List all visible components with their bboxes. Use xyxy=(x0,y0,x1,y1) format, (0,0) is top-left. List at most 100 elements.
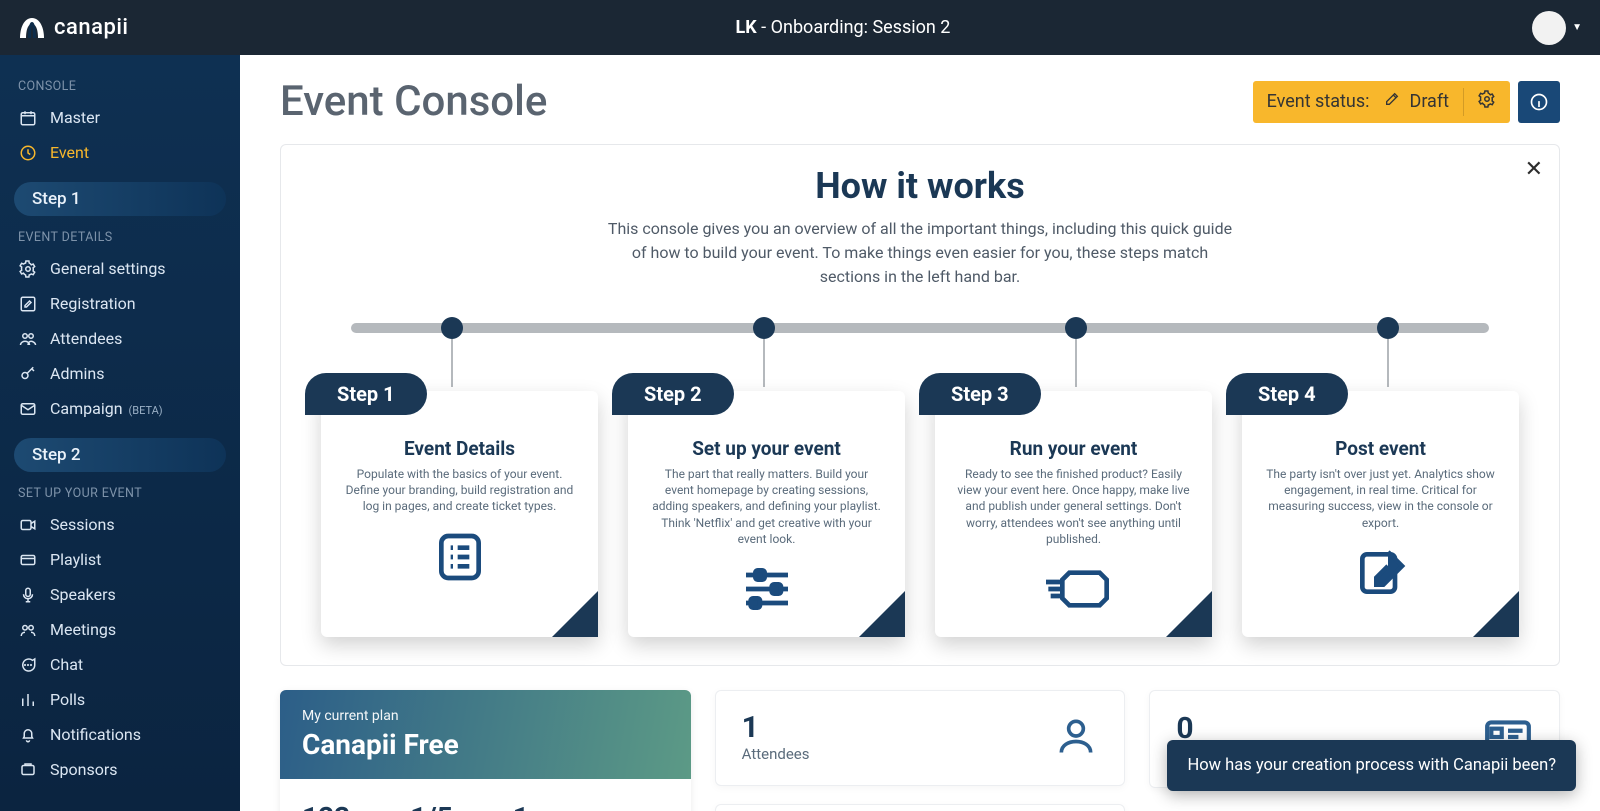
sidebar-item-label: Attendees xyxy=(50,329,122,348)
status-label: Event status: xyxy=(1267,91,1370,112)
edit-icon xyxy=(18,295,38,313)
step-tab: Step 3 xyxy=(919,373,1041,415)
sidebar-item-registration[interactable]: Registration xyxy=(0,286,240,321)
pencil-icon xyxy=(1384,91,1400,112)
sidebar-item-label: Speakers xyxy=(50,585,116,604)
status-value: Draft xyxy=(1410,91,1450,112)
sidebar-item-attendees[interactable]: Attendees xyxy=(0,321,240,356)
brand[interactable]: canapii xyxy=(18,15,129,40)
sidebar-section-console: CONSOLE xyxy=(0,69,240,100)
calendar-icon xyxy=(18,109,38,127)
plan-card: My current plan Canapii Free 123 1/5 1 xyxy=(280,690,691,811)
sidebar-item-label: Registration xyxy=(50,294,136,313)
gear-icon[interactable] xyxy=(1478,90,1496,113)
sidebar-item-event[interactable]: Event xyxy=(0,135,240,170)
sidebar-item-polls[interactable]: Polls xyxy=(0,682,240,717)
step-tab: Step 2 xyxy=(612,373,734,415)
sidebar-item-label: Playlist xyxy=(50,550,101,569)
sidebar-step1-pill[interactable]: Step 1 xyxy=(14,182,226,216)
sidebar-item-label: Notifications xyxy=(50,725,141,744)
sidebar: CONSOLE Master Event Step 1 EVENT DETAIL… xyxy=(0,55,240,811)
how-it-works-card: ✕ How it works This console gives you an… xyxy=(280,144,1560,666)
feedback-prompt[interactable]: How has your creation process with Canap… xyxy=(1167,740,1576,791)
context-rest: - Onboarding: Session 2 xyxy=(757,17,951,38)
avatar xyxy=(1532,11,1566,45)
sidebar-item-label: Meetings xyxy=(50,620,116,639)
hiw-title: How it works xyxy=(321,165,1519,207)
sidebar-section-event-details: EVENT DETAILS xyxy=(0,220,240,251)
run-icon xyxy=(957,561,1190,617)
sidebar-item-label: Campaign (BETA) xyxy=(50,399,163,418)
sidebar-item-meetings[interactable]: Meetings xyxy=(0,612,240,647)
sidebar-item-label: Event xyxy=(50,143,89,162)
step-desc: Populate with the basics of your event. … xyxy=(343,466,576,515)
sidebar-item-campaign[interactable]: Campaign (BETA) xyxy=(0,391,240,426)
plan-name: Canapii Free xyxy=(302,728,669,761)
people-icon xyxy=(18,330,38,348)
sliders-icon xyxy=(650,561,883,617)
sidebar-item-general-settings[interactable]: General settings xyxy=(0,251,240,286)
info-button[interactable] xyxy=(1518,81,1560,123)
step-card-4: Step 4 Post event The party isn't over j… xyxy=(1242,391,1519,637)
stat-label: Attendees xyxy=(742,745,810,763)
gear-icon xyxy=(18,260,38,278)
sidebar-item-admins[interactable]: Admins xyxy=(0,356,240,391)
bell-icon xyxy=(18,726,38,744)
step-title: Set up your event xyxy=(650,437,883,460)
step-card-3: Step 3 Run your event Ready to see the f… xyxy=(935,391,1212,637)
sidebar-item-label: Polls xyxy=(50,690,85,709)
event-icon xyxy=(18,144,38,162)
sidebar-item-notifications[interactable]: Notifications xyxy=(0,717,240,752)
plan-stat-2: 1/5 xyxy=(410,801,453,811)
beta-badge: (BETA) xyxy=(129,404,163,417)
stat-value: 1 xyxy=(742,713,810,743)
sidebar-item-chat[interactable]: Chat xyxy=(0,647,240,682)
sponsor-icon xyxy=(18,761,38,779)
page-title: Event Console xyxy=(280,77,547,126)
list-icon xyxy=(343,529,576,585)
user-menu[interactable]: ▼ xyxy=(1532,11,1582,45)
sidebar-item-label: Admins xyxy=(50,364,104,383)
meet-icon xyxy=(18,621,38,639)
hiw-subtitle: This console gives you an overview of al… xyxy=(600,217,1240,289)
mail-icon xyxy=(18,400,38,418)
sidebar-item-label: Chat xyxy=(50,655,83,674)
close-icon[interactable]: ✕ xyxy=(1525,157,1543,182)
step-title: Event Details xyxy=(343,437,576,460)
brand-icon xyxy=(18,16,46,40)
sidebar-item-label: Sponsors xyxy=(50,760,118,779)
sidebar-item-master[interactable]: Master xyxy=(0,100,240,135)
plan-stat-3: 1 xyxy=(513,801,529,811)
timeline-dot xyxy=(1377,317,1399,339)
event-status-pill[interactable]: Event status: Draft xyxy=(1253,81,1510,123)
sidebar-step2-pill[interactable]: Step 2 xyxy=(14,438,226,472)
stat-card-attendees: 1 Attendees xyxy=(715,690,1126,786)
timeline-dot xyxy=(441,317,463,339)
sidebar-item-sessions[interactable]: Sessions xyxy=(0,507,240,542)
main-content: Event Console Event status: Draft xyxy=(240,55,1600,811)
context-prefix: LK xyxy=(736,17,757,38)
feedback-text: How has your creation process with Canap… xyxy=(1187,756,1556,775)
sidebar-item-label: Sessions xyxy=(50,515,115,534)
key-icon xyxy=(18,365,38,383)
sidebar-item-label: General settings xyxy=(50,259,166,278)
chevron-down-icon: ▼ xyxy=(1572,22,1582,33)
playlist-icon xyxy=(18,551,38,569)
sidebar-item-speakers[interactable]: Speakers xyxy=(0,577,240,612)
sidebar-item-sponsors[interactable]: Sponsors xyxy=(0,752,240,787)
plan-label: My current plan xyxy=(302,708,669,724)
video-icon xyxy=(18,516,38,534)
timeline-dot xyxy=(1065,317,1087,339)
step-title: Post event xyxy=(1264,437,1497,460)
mic-icon xyxy=(18,586,38,604)
brand-text: canapii xyxy=(54,15,129,40)
step-title: Run your event xyxy=(957,437,1190,460)
plan-stat-1: 123 xyxy=(302,801,350,811)
sidebar-item-playlist[interactable]: Playlist xyxy=(0,542,240,577)
context-title: LK - Onboarding: Session 2 xyxy=(736,17,951,38)
step-card-1: Step 1 Event Details Populate with the b… xyxy=(321,391,598,637)
step-tab: Step 4 xyxy=(1226,373,1348,415)
stat-card-extra: 0 xyxy=(715,804,1126,811)
top-bar: canapii LK - Onboarding: Session 2 ▼ xyxy=(0,0,1600,55)
step-desc: The part that really matters. Build your… xyxy=(650,466,883,547)
